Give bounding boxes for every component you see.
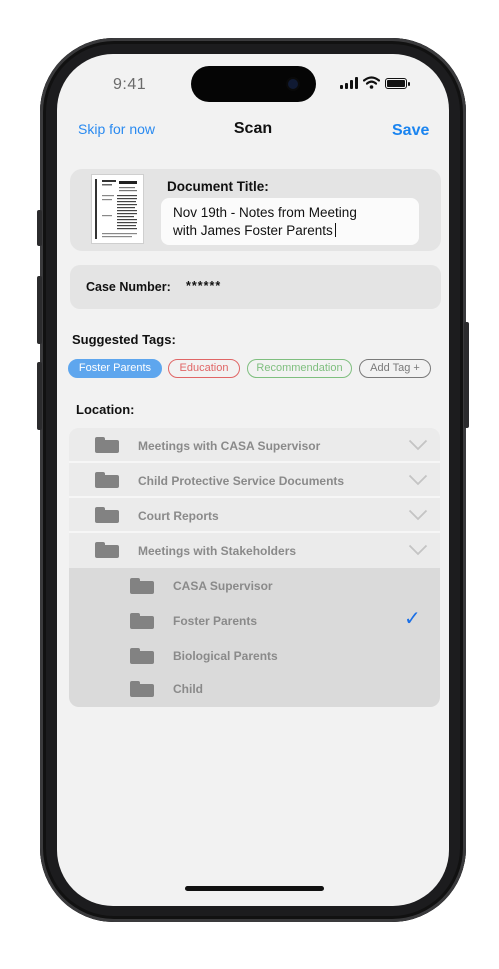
dynamic-island [191,66,316,102]
case-number-field[interactable]: Case Number: ****** [70,265,441,309]
folder-icon [95,472,119,488]
chevron-down-icon[interactable] [408,474,428,486]
subfolder-row-child[interactable]: Child [69,673,440,707]
folder-icon [95,437,119,453]
status-icons [340,76,410,89]
folder-icon [130,648,154,664]
document-preview-icon [95,179,137,239]
screen: 9:41 Skip for now Scan Save Document Tit… [57,54,449,906]
save-button[interactable]: Save [392,122,429,140]
subfolder-label: Foster Parents [173,614,258,628]
subfolder-label: Biological Parents [173,649,278,663]
checkmark-icon: ✓ [404,608,421,630]
page-title: Scan [233,120,273,137]
tag-foster-parents[interactable]: Foster Parents [68,359,162,378]
location-label: Location: [76,402,135,417]
folder-label: Child Protective Service Documents [138,474,345,488]
cellular-signal-icon [340,77,358,89]
action-button [37,210,42,246]
document-title-line-1: Nov 19th - Notes from Meeting [173,205,357,220]
power-button [464,322,469,428]
tag-education[interactable]: Education [168,359,240,378]
tag-recommendation[interactable]: Recommendation [247,359,352,378]
wifi-icon [363,76,380,89]
folder-icon [130,578,154,594]
folder-row-cps-documents[interactable]: Child Protective Service Documents [69,463,440,498]
folder-row-stakeholder-meetings[interactable]: Meetings with Stakeholders [69,533,440,568]
subfolder-label: CASA Supervisor [173,579,273,593]
volume-up-button [37,276,42,344]
text-cursor [334,223,336,237]
folder-icon [95,542,119,558]
battery-icon [385,78,410,89]
status-time: 9:41 [113,76,147,93]
location-picker: Meetings with CASA Supervisor Child Prot… [69,428,440,707]
add-tag-button[interactable]: Add Tag + [359,359,431,378]
case-number-value: ****** [186,279,222,293]
subfolder-label: Child [173,682,203,696]
camera-icon [288,79,298,89]
document-title-field[interactable]: Nov 19th - Notes from Meeting with James… [161,198,419,245]
folder-label: Meetings with CASA Supervisor [138,439,321,453]
case-number-label: Case Number: [86,280,171,294]
document-thumbnail[interactable] [91,174,144,244]
folder-icon [130,681,154,697]
chevron-down-icon[interactable] [408,439,428,451]
chevron-down-icon[interactable] [408,509,428,521]
subfolder-row-casa-supervisor[interactable]: CASA Supervisor [69,568,440,603]
subfolder-row-biological-parents[interactable]: Biological Parents [69,638,440,673]
folder-icon [130,613,154,629]
folder-row-court-reports[interactable]: Court Reports [69,498,440,533]
folder-label: Court Reports [138,509,219,523]
document-card: Document Title: Nov 19th - Notes from Me… [70,169,441,251]
subfolder-row-foster-parents[interactable]: Foster Parents ✓ [69,603,440,638]
folder-row-casa-supervisor-meetings[interactable]: Meetings with CASA Supervisor [69,428,440,463]
home-indicator[interactable] [185,886,324,891]
folder-icon [95,507,119,523]
suggested-tags-label: Suggested Tags: [72,332,176,347]
document-title-label: Document Title: [167,179,269,194]
folder-label: Meetings with Stakeholders [138,544,297,558]
document-title-line-2: with James Foster Parents [173,223,333,238]
volume-down-button [37,362,42,430]
chevron-down-icon[interactable] [408,544,428,556]
